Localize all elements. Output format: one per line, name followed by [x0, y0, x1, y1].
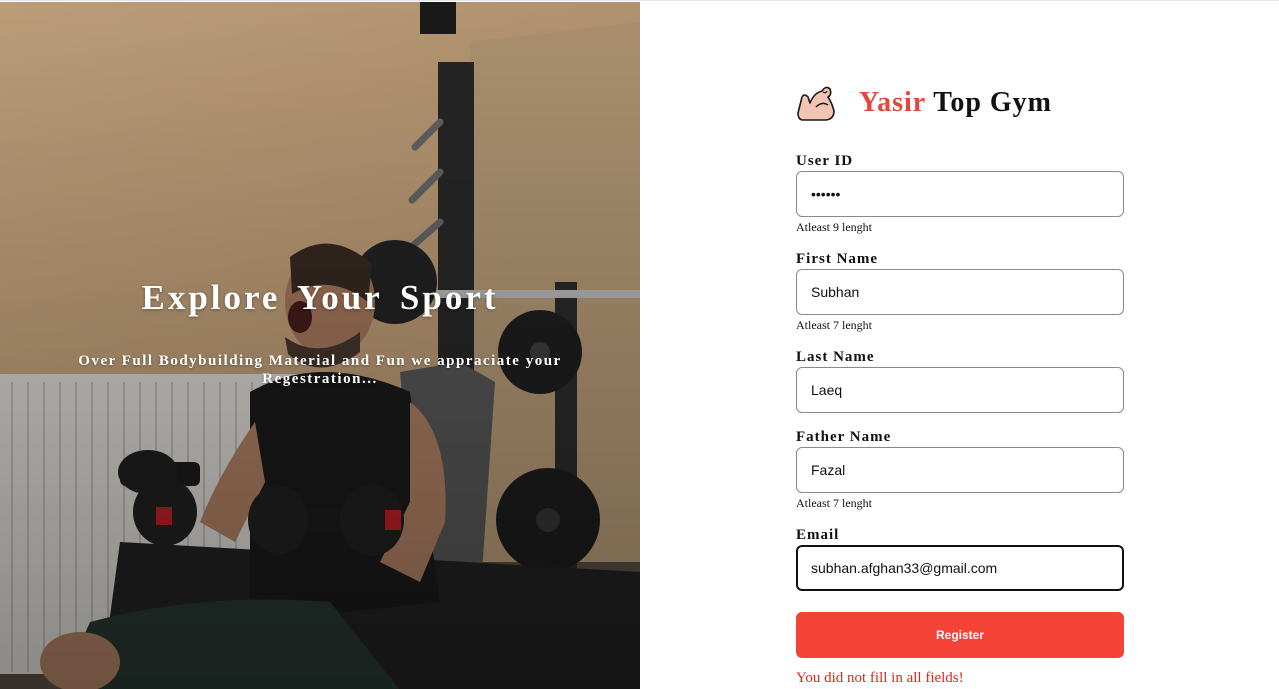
flexed-biceps-icon: [797, 86, 835, 121]
hero-subtitle: Over Full Bodybuilding Material and Fun …: [78, 353, 562, 387]
first-name-input[interactable]: [796, 269, 1124, 315]
brand-name-rest: Top Gym: [925, 87, 1052, 118]
last-name-label: Last Name: [796, 349, 875, 365]
error-message: You did not fill in all fields!: [796, 670, 964, 686]
brand-name-first: Yasir: [859, 87, 926, 118]
first-name-label: First Name: [796, 251, 879, 267]
register-button[interactable]: Register: [796, 612, 1124, 658]
father-name-label: Father Name: [796, 429, 892, 445]
email-input[interactable]: [796, 545, 1124, 591]
hero-title: Explore Your Sport: [141, 278, 499, 317]
father-name-input[interactable]: [796, 447, 1124, 493]
registration-form: Yasir Top Gym User ID Atleast 9 lenght F…: [796, 81, 1124, 687]
user-id-input[interactable]: [796, 171, 1124, 217]
email-label: Email: [796, 527, 840, 543]
first-name-hint: Atleast 7 lenght: [796, 318, 872, 332]
hero-banner: Explore Your Sport Over Full Bodybuildin…: [0, 2, 640, 689]
brand-name: Yasir Top Gym: [859, 87, 1052, 119]
father-name-hint: Atleast 7 lenght: [796, 496, 872, 510]
last-name-input[interactable]: [796, 367, 1124, 413]
brand-header: Yasir Top Gym: [796, 81, 1124, 125]
gym-photo: [0, 2, 640, 689]
user-id-label: User ID: [796, 153, 854, 169]
user-id-hint: Atleast 9 lenght: [796, 220, 872, 234]
registration-page: Explore Your Sport Over Full Bodybuildin…: [0, 0, 1279, 689]
